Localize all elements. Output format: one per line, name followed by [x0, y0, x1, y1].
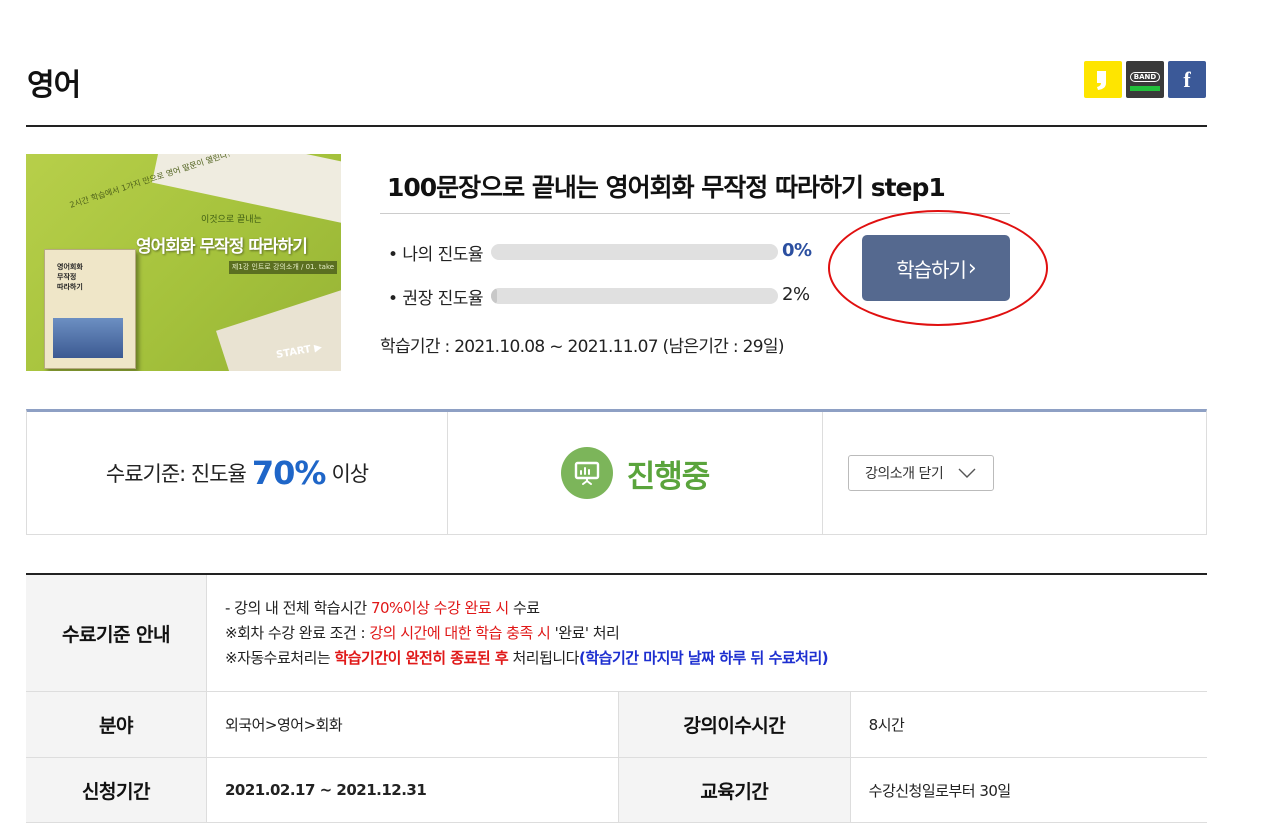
share-buttons: BAND f: [1084, 61, 1206, 98]
my-progress-value: 0%: [782, 240, 812, 261]
thumbnail-badge: 제1강 인트로 강의소개 / 01. take: [229, 261, 337, 274]
state-text: 진행중: [626, 458, 711, 495]
title-divider: [26, 125, 1207, 127]
edu-period-value: 수강신청일로부터 30일: [850, 757, 1207, 823]
guide-line-3: ※자동수료처리는 학습기간이 완전히 종료된 후 처리됩니다(학습기간 마지막 …: [225, 648, 829, 667]
course-thumbnail: 2시간 학습에서 1가지 만으로 영어 말문이 열린다! 이것으로 끝내는 영어…: [26, 154, 341, 371]
edu-period-header: 교육기간: [618, 757, 851, 823]
kakao-talk-icon: [1097, 70, 1106, 90]
book-cover-illustration: [53, 318, 123, 358]
course-info-table: 수료기준 안내 - 강의 내 전체 학습시간 70%이상 수강 완료 시 수료 …: [26, 573, 1207, 823]
kakao-share-button[interactable]: [1084, 61, 1122, 98]
recommended-progress-label: • 권장 진도율: [388, 289, 484, 309]
recommended-progress-value: 2%: [782, 284, 810, 305]
toggle-cell: 강의소개 닫기: [823, 412, 1206, 534]
close-intro-button[interactable]: 강의소개 닫기: [848, 455, 994, 491]
close-intro-label: 강의소개 닫기: [865, 466, 944, 482]
study-period: 학습기간 : 2021.10.08 ~ 2021.11.07 (남은기간 : 2…: [380, 337, 784, 357]
chevron-right-icon: ›: [967, 255, 977, 281]
hours-header: 강의이수시간: [618, 691, 851, 758]
table-row: 수료기준 안내 - 강의 내 전체 학습시간 70%이상 수강 완료 시 수료 …: [26, 574, 1207, 692]
course-title: 100문장으로 끝내는 영어회화 무작정 따라하기 step1: [387, 173, 946, 202]
apply-period-value: 2021.02.17 ~ 2021.12.31: [206, 757, 619, 823]
my-progress-row: • 나의 진도율 0%: [388, 240, 812, 265]
recommended-progress-row: • 권장 진도율 2%: [388, 284, 810, 309]
thumbnail-main-title: 영어회화 무작정 따라하기: [136, 237, 308, 257]
guide-line-1: - 강의 내 전체 학습시간 70%이상 수강 완료 시 수료: [225, 598, 540, 617]
recommended-progress-bar: [491, 288, 778, 304]
field-header: 분야: [26, 691, 207, 758]
completion-criteria: 수료기준: 진도율 70% 이상: [27, 412, 448, 534]
start-study-label: 학습하기: [896, 257, 967, 282]
progress-state: 진행중: [448, 412, 823, 534]
table-row: 분야 외국어>영어>회화 강의이수시간 8시간: [26, 691, 1207, 758]
completion-criteria-prefix: 수료기준: 진도율: [105, 462, 247, 486]
presentation-board-icon: [560, 447, 613, 499]
course-title-divider: [380, 213, 1010, 214]
band-bar: [1130, 85, 1160, 91]
completion-guide-header: 수료기준 안내: [26, 574, 207, 692]
completion-criteria-value: 70%: [251, 454, 327, 492]
status-panel: 수료기준: 진도율 70% 이상 진행중 강의소개 닫기: [26, 409, 1207, 535]
guide-line-2: ※회차 수강 완료 조건 : 강의 시간에 대한 학습 충족 시 '완료' 처리: [225, 623, 620, 642]
facebook-share-button[interactable]: f: [1168, 61, 1206, 98]
thumbnail-subtitle: 이것으로 끝내는: [201, 215, 262, 225]
completion-criteria-suffix: 이상: [331, 462, 369, 486]
band-share-button[interactable]: BAND: [1126, 61, 1164, 98]
table-row: 신청기간 2021.02.17 ~ 2021.12.31 교육기간 수강신청일로…: [26, 757, 1207, 823]
completion-guide-content: - 강의 내 전체 학습시간 70%이상 수강 완료 시 수료 ※회차 수강 완…: [206, 574, 1207, 692]
start-study-button[interactable]: 학습하기 ›: [862, 235, 1010, 301]
page-title: 영어: [27, 68, 81, 103]
band-icon: BAND: [1129, 71, 1161, 82]
apply-period-header: 신청기간: [26, 757, 207, 823]
chevron-down-icon: [958, 468, 976, 478]
my-progress-label: • 나의 진도율: [388, 245, 484, 265]
field-value: 외국어>영어>회화: [206, 691, 619, 758]
book-cover-image: 영어회화 무작정 따라하기: [44, 249, 136, 369]
hours-value: 8시간: [850, 691, 1207, 758]
my-progress-bar: [491, 244, 778, 260]
facebook-icon: f: [1183, 66, 1191, 92]
